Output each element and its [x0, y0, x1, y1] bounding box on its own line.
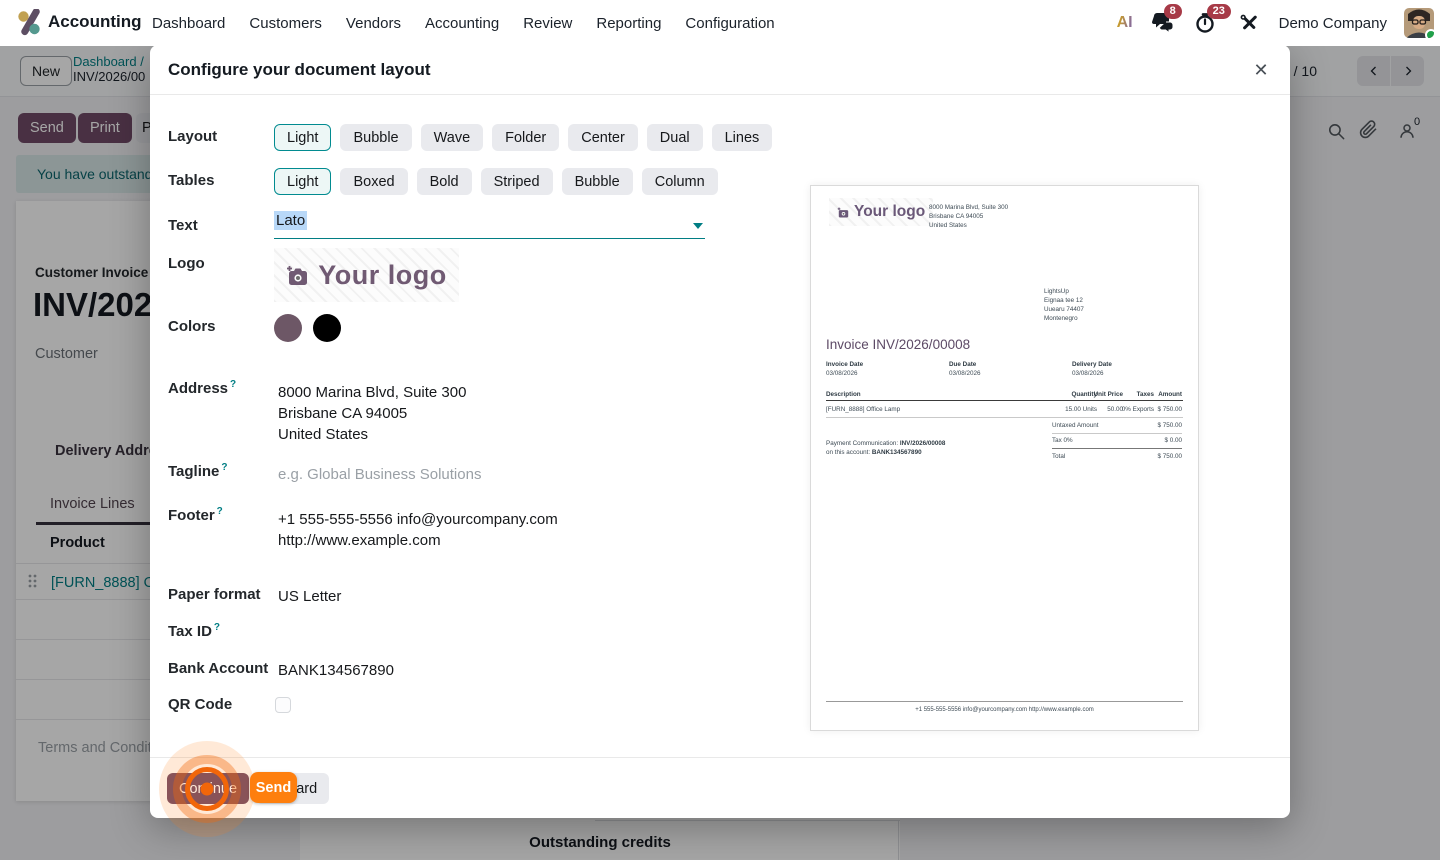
tables-option-bold[interactable]: Bold [417, 168, 472, 195]
tables-option-striped[interactable]: Striped [481, 168, 553, 195]
preview-customer-block: LightsUp Eignaa tee 12 Uuearu 74407 Mont… [1044, 287, 1084, 323]
preview-footer-text: +1 555-555-5556 info@yourcompany.com htt… [811, 707, 1198, 713]
menu-configuration[interactable]: Configuration [685, 15, 774, 32]
preview-company-address: 8000 Marina Blvd, Suite 300 Brisbane CA … [929, 203, 1008, 230]
preview-untaxed-row: Untaxed Amount $ 750.00 [1052, 421, 1182, 430]
dialog-title: Configure your document layout [168, 60, 431, 80]
ai-icon[interactable]: AI [1117, 14, 1133, 32]
text-font-label: Text [168, 217, 198, 234]
tables-option-column[interactable]: Column [642, 168, 718, 195]
tables-option-bubble[interactable]: Bubble [562, 168, 633, 195]
layout-option-bubble[interactable]: Bubble [340, 124, 411, 151]
layout-option-center[interactable]: Center [568, 124, 638, 151]
preview-payment-communication: Payment Communication: INV/2026/00008 on… [826, 439, 945, 457]
footer-label: Footer? [168, 506, 223, 524]
dialog-footer: Continue Discard [150, 757, 1290, 818]
address-value[interactable]: 8000 Marina Blvd, Suite 300 Brisbane CA … [278, 382, 466, 445]
qr-code-checkbox[interactable] [275, 697, 291, 713]
activities-icon[interactable]: 23 [1193, 10, 1219, 36]
font-select-value: Lato [274, 211, 307, 230]
tagline-input[interactable]: e.g. Global Business Solutions [278, 466, 481, 483]
tools-icon[interactable] [1236, 10, 1262, 36]
layout-options: Light Bubble Wave Folder Center Dual Lin… [274, 124, 772, 151]
tables-option-light[interactable]: Light [274, 168, 331, 195]
layout-option-lines[interactable]: Lines [712, 124, 773, 151]
preview-total-row: Total $ 750.00 [1052, 452, 1182, 461]
document-preview: Your logo 8000 Marina Blvd, Suite 300 Br… [810, 185, 1199, 731]
layout-option-wave[interactable]: Wave [421, 124, 484, 151]
secondary-color-swatch[interactable] [313, 314, 341, 342]
footer-help-icon[interactable]: ? [217, 506, 223, 517]
footer-value[interactable]: +1 555-555-5556 info@yourcompany.com htt… [278, 509, 558, 551]
menu-vendors[interactable]: Vendors [346, 15, 401, 32]
bank-account-label: Bank Account [168, 660, 268, 677]
tables-label: Tables [168, 172, 214, 189]
preview-delivery-date: Delivery Date 03/08/2026 [1072, 360, 1112, 378]
layout-option-dual[interactable]: Dual [647, 124, 703, 151]
preview-tax-row: Tax 0% $ 0.00 [1052, 436, 1182, 445]
user-avatar[interactable] [1404, 8, 1434, 38]
top-nav: Accounting Dashboard Customers Vendors A… [0, 0, 1440, 46]
colors-label: Colors [168, 318, 216, 335]
font-select[interactable]: Lato [274, 212, 705, 239]
primary-color-swatch[interactable] [274, 314, 302, 342]
layout-option-light[interactable]: Light [274, 124, 331, 151]
chevron-down-icon [693, 223, 703, 229]
tagline-help-icon[interactable]: ? [221, 462, 227, 473]
layout-option-folder[interactable]: Folder [492, 124, 559, 151]
activities-badge: 23 [1207, 4, 1231, 19]
close-icon[interactable]: ✕ [1248, 57, 1274, 83]
preview-line-description: [FURN_8888] Office Lamp [826, 405, 900, 414]
dialog-header: Configure your document layout ✕ [150, 45, 1290, 95]
menu-review[interactable]: Review [523, 15, 572, 32]
logo-upload[interactable]: Your logo [274, 248, 459, 302]
tagline-label: Tagline? [168, 462, 228, 480]
camera-plus-icon [286, 265, 310, 286]
tables-options: Light Boxed Bold Striped Bubble Column [274, 168, 718, 195]
action-label-badge: Send [250, 772, 297, 803]
preview-camera-icon [837, 207, 850, 218]
qr-code-label: QR Code [168, 696, 232, 713]
paper-format-label: Paper format [168, 586, 261, 603]
app-title: Accounting [48, 12, 142, 32]
menu-accounting[interactable]: Accounting [425, 15, 499, 32]
company-switcher[interactable]: Demo Company [1279, 15, 1387, 32]
odoo-logo-icon[interactable] [16, 9, 44, 36]
tax-id-help-icon[interactable]: ? [214, 622, 220, 633]
layout-label: Layout [168, 128, 217, 145]
tables-option-boxed[interactable]: Boxed [340, 168, 407, 195]
address-help-icon[interactable]: ? [230, 379, 236, 390]
continue-button[interactable]: Continue [167, 773, 249, 804]
screen: Accounting Dashboard Customers Vendors A… [0, 0, 1440, 860]
document-layout-dialog: Configure your document layout ✕ Layout … [150, 45, 1290, 818]
preview-invoice-title: Invoice INV/2026/00008 [826, 337, 970, 352]
preview-due-date: Due Date 03/08/2026 [949, 360, 981, 378]
menu-dashboard[interactable]: Dashboard [152, 15, 225, 32]
paper-format-value[interactable]: US Letter [278, 586, 341, 607]
menu-reporting[interactable]: Reporting [596, 15, 661, 32]
logo-label: Logo [168, 255, 205, 272]
logo-placeholder-text: Your logo [318, 260, 446, 291]
tax-id-label: Tax ID? [168, 622, 220, 640]
main-menu: Dashboard Customers Vendors Accounting R… [152, 0, 775, 46]
messages-icon[interactable]: 8 [1150, 10, 1176, 36]
online-status-dot [1425, 29, 1434, 38]
menu-customers[interactable]: Customers [249, 15, 322, 32]
bank-account-value[interactable]: BANK134567890 [278, 660, 394, 681]
preview-invoice-date: Invoice Date 03/08/2026 [826, 360, 863, 378]
messages-badge: 8 [1164, 4, 1182, 19]
preview-logo: Your logo [829, 198, 933, 226]
address-label: Address? [168, 379, 236, 397]
